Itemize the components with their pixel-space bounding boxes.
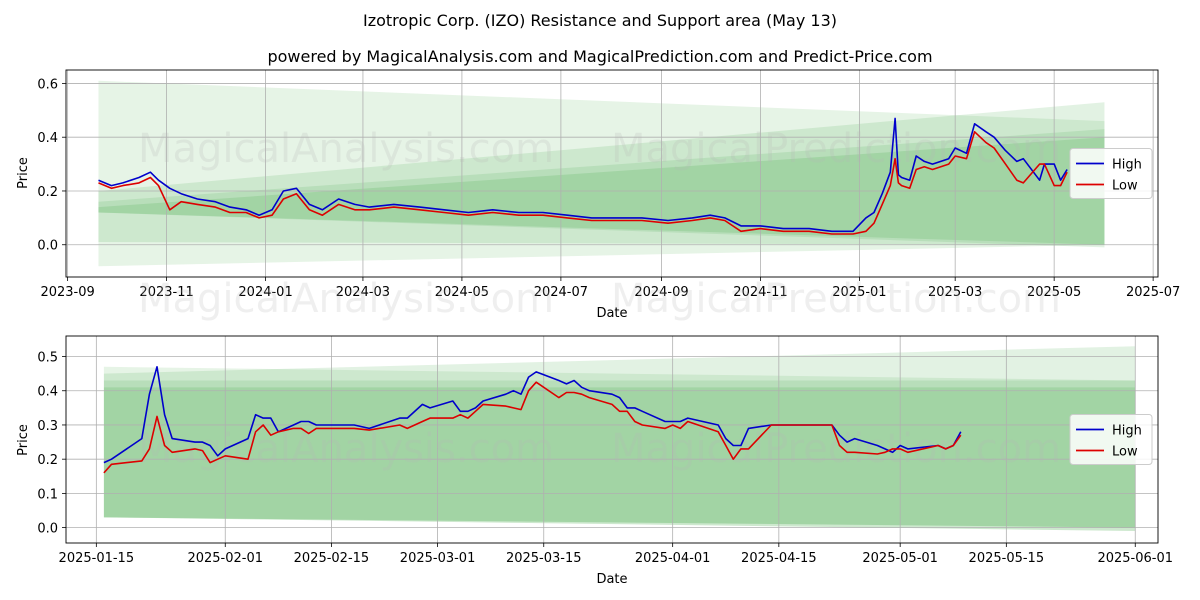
watermark: MagicalPrediction.com (611, 276, 1061, 322)
y-tick-label: 0.4 (37, 385, 58, 400)
x-tick-label: 2025-02-01 (187, 551, 263, 566)
x-tick-label: 2025-02-15 (294, 551, 370, 566)
x-tick-label: 2025-06-01 (1097, 551, 1173, 566)
x-tick-label: 2025-05-15 (969, 551, 1045, 566)
x-tick-label: 2025-04-01 (635, 551, 711, 566)
legend-box (1069, 414, 1153, 465)
legend-box (1069, 148, 1153, 199)
chart-title: Izotropic Corp. (IZO) Resistance and Sup… (363, 11, 837, 30)
watermark: MagicalAnalysis.com (138, 426, 554, 472)
chart-figure: Izotropic Corp. (IZO) Resistance and Sup… (0, 0, 1200, 600)
chart-canvas: Izotropic Corp. (IZO) Resistance and Sup… (16, 11, 1180, 587)
x-axis-label: Date (596, 306, 627, 321)
watermark: MagicalPrediction.com (611, 426, 1061, 472)
x-tick-label: 2025-03-01 (400, 551, 476, 566)
x-tick-label: 2025-05-01 (862, 551, 938, 566)
legend-label-high: High (1112, 158, 1142, 173)
x-tick-label: 2023-09 (40, 285, 94, 300)
y-tick-label: 0.1 (37, 487, 58, 502)
x-tick-label: 2025-01-15 (59, 551, 135, 566)
watermark: MagicalAnalysis.com (138, 126, 554, 172)
y-tick-label: 0.6 (37, 77, 58, 92)
x-axis-label: Date (596, 572, 627, 587)
chart-subtitle: powered by MagicalAnalysis.com and Magic… (267, 47, 932, 66)
y-tick-label: 0.2 (37, 453, 58, 468)
top-panel: 2023-09 2023-11 2024-01 2024-03 2024-05 2024-… (16, 69, 1180, 322)
y-axis-label: Price (16, 424, 31, 456)
y-tick-label: 0.2 (37, 185, 58, 200)
x-tick-label: 2025-04-15 (741, 551, 817, 566)
bottom-panel: 2025-01-15 2025-02-01 2025-02-15 2025-03-01… (16, 335, 1173, 587)
y-tick-label: 0.0 (37, 239, 58, 254)
legend-label-low: Low (1112, 179, 1138, 194)
y-tick-label: 0.3 (37, 419, 58, 434)
legend-label-low: Low (1112, 445, 1138, 460)
watermark: MagicalPrediction.com (611, 126, 1061, 172)
watermark: MagicalAnalysis.com (138, 276, 554, 322)
x-tick-label: 2025-07 (1126, 285, 1180, 300)
y-tick-label: 0.0 (37, 522, 58, 537)
x-tick-label: 2025-03-15 (506, 551, 582, 566)
y-tick-label: 0.4 (37, 131, 58, 146)
legend-label-high: High (1112, 424, 1142, 439)
y-tick-label: 0.5 (37, 351, 58, 366)
y-axis-label: Price (16, 157, 31, 189)
